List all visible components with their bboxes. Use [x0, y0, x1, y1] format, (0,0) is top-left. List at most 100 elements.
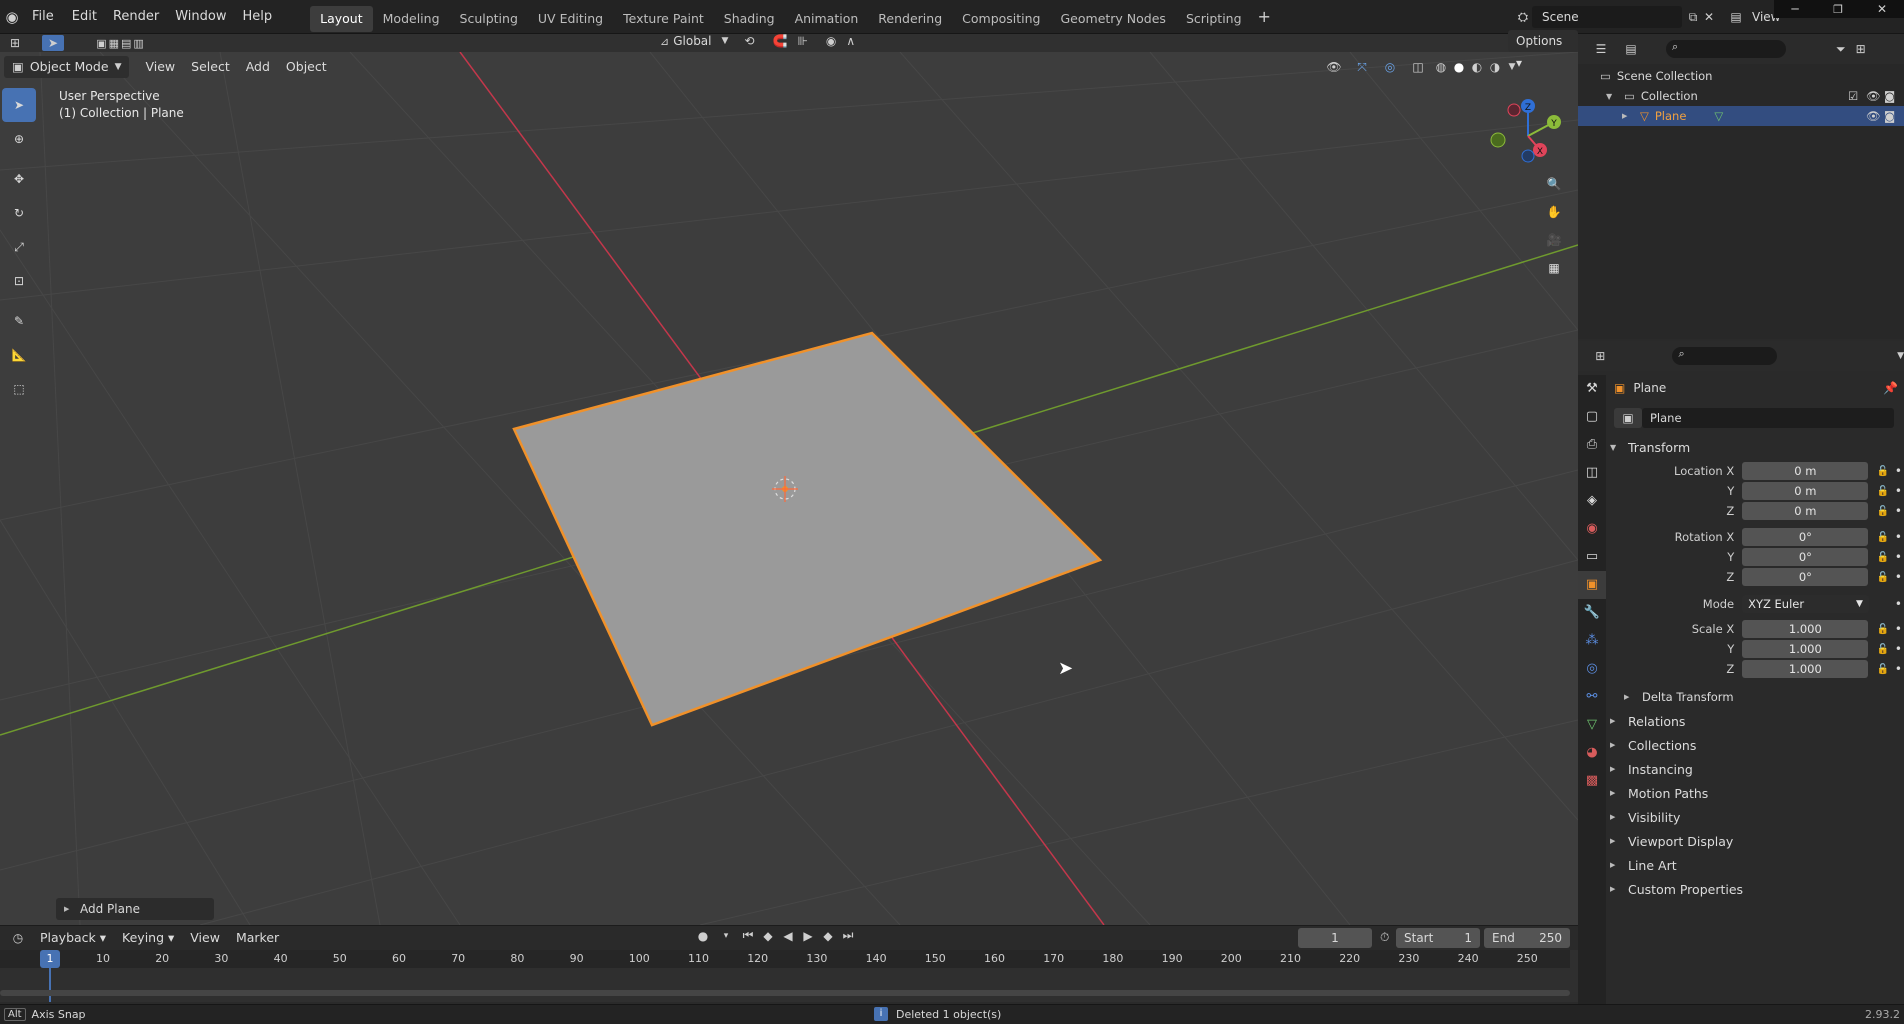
scale-z-field[interactable]: 1.000 [1742, 660, 1869, 678]
tab-scene-icon[interactable]: ◈ [1578, 487, 1606, 515]
chevron-down-icon[interactable]: ▼ [1897, 351, 1904, 361]
prev-keyframe-icon[interactable]: ◆ [758, 929, 778, 943]
tab-collection-icon[interactable]: ▭ [1578, 543, 1606, 571]
snap-icon[interactable]: 🧲 [772, 34, 787, 48]
options-button[interactable]: Options ▾ [1508, 30, 1578, 70]
outliner-scene-collection[interactable]: ▭ Scene Collection [1578, 66, 1904, 86]
camera-view-button[interactable]: 🎥 [1540, 226, 1568, 254]
ortho-toggle-button[interactable]: ▦ [1540, 254, 1568, 282]
pan-button[interactable]: ✋ [1540, 198, 1568, 226]
play-reverse-icon[interactable]: ◀ [778, 929, 798, 943]
navigation-gizmo[interactable]: Z Y X [1488, 96, 1568, 176]
play-icon[interactable]: ▶ [798, 929, 818, 943]
eye-icon[interactable]: 👁 [1866, 89, 1881, 103]
delete-scene-icon[interactable]: ✕ [1702, 10, 1716, 24]
menu-view[interactable]: View [137, 56, 183, 78]
menu-keying[interactable]: Keying ▾ [114, 927, 182, 949]
editor-type-icon[interactable]: ☰ [1586, 42, 1616, 56]
scale-y-field[interactable]: 1.000 [1742, 640, 1869, 658]
stopwatch-icon[interactable]: ⏱ [1380, 930, 1389, 945]
expand-icon[interactable]: ▼ [1606, 92, 1616, 101]
location-y-field[interactable]: 0 m [1742, 482, 1869, 500]
panel-motion-paths[interactable]: ▶ Motion Paths [1608, 781, 1902, 805]
tab-shading[interactable]: Shading [714, 6, 785, 32]
delta-transform-subpanel[interactable]: ▶ Delta Transform [1608, 685, 1902, 709]
tab-world-icon[interactable]: ◉ [1578, 515, 1606, 543]
scene-selector[interactable]: ⛭ Scene ⧉ ✕ ▤ View [1514, 4, 1782, 30]
chevron-down-icon[interactable]: ▼ [1504, 62, 1520, 72]
new-collection-icon[interactable]: ⊞ [1856, 42, 1866, 56]
rotation-x-field[interactable]: 0° [1742, 528, 1869, 546]
panel-viewport-display[interactable]: ▶ Viewport Display [1608, 829, 1902, 853]
lock-icon[interactable]: 🔓 [1876, 572, 1888, 583]
add-workspace-icon[interactable]: + [1258, 7, 1271, 26]
menu-edit[interactable]: Edit [64, 0, 105, 34]
menu-select[interactable]: Select [183, 56, 238, 78]
timeline-scrollbar[interactable] [0, 990, 1570, 996]
tab-texture-paint[interactable]: Texture Paint [613, 6, 714, 32]
jump-start-icon[interactable]: ⏮ [738, 928, 758, 943]
visibility-icon[interactable]: 👁 [1320, 60, 1348, 74]
keyframe-dot-icon[interactable]: • [1895, 464, 1902, 478]
move-tool[interactable]: ✥ [2, 162, 36, 196]
measure-tool[interactable]: 📐 [2, 338, 36, 372]
lock-icon[interactable]: 🔓 [1876, 466, 1888, 477]
tab-scripting[interactable]: Scripting [1176, 6, 1252, 32]
rotation-y-field[interactable]: 0° [1742, 548, 1869, 566]
panel-collections[interactable]: ▶ Collections [1608, 733, 1902, 757]
view-layer-icon[interactable]: ▤ [1720, 10, 1752, 24]
tab-object-icon[interactable]: ▣ [1578, 571, 1606, 599]
tab-material-icon[interactable]: ◕ [1578, 739, 1606, 767]
object-name-field[interactable]: Plane [1642, 408, 1894, 428]
outliner-search[interactable]: ⌕ [1666, 40, 1786, 58]
blender-logo-icon[interactable]: ◉ [2, 8, 22, 26]
location-z-field[interactable]: 0 m [1742, 502, 1869, 520]
tab-rendering[interactable]: Rendering [868, 6, 952, 32]
panel-visibility[interactable]: ▶ Visibility [1608, 805, 1902, 829]
panel-relations[interactable]: ▶ Relations [1608, 709, 1902, 733]
editor-type-icon[interactable]: ⊞ [0, 36, 30, 50]
editor-type-icon[interactable]: ◷ [4, 931, 32, 945]
next-keyframe-icon[interactable]: ◆ [818, 929, 838, 943]
keyframe-dot-icon[interactable]: • [1895, 642, 1902, 656]
selection-mode-icons[interactable]: ▣▦▤▥ [76, 37, 166, 50]
falloff-icon[interactable]: ∧ [846, 34, 855, 48]
outliner-collection[interactable]: ▼ ▭ Collection ☑ 👁 ◙ [1578, 86, 1904, 106]
cursor-tool[interactable]: ⊕ [2, 122, 36, 156]
panel-instancing[interactable]: ▶ Instancing [1608, 757, 1902, 781]
tab-output-icon[interactable]: ⎙ [1578, 431, 1606, 459]
select-box-icon[interactable]: ➤ [42, 35, 64, 51]
menu-object[interactable]: Object [278, 56, 335, 78]
gizmo-toggle-icon[interactable]: ⤧ [1348, 60, 1376, 75]
keyframe-dot-icon[interactable]: • [1895, 504, 1902, 518]
tab-tool-icon[interactable]: ⚒ [1578, 375, 1606, 403]
close-icon[interactable]: ✕ [1860, 2, 1904, 16]
select-tool[interactable]: ➤ [2, 88, 36, 122]
location-x-field[interactable]: 0 m [1742, 462, 1869, 480]
tab-data-icon[interactable]: ▽ [1578, 711, 1606, 739]
tab-sculpting[interactable]: Sculpting [450, 6, 528, 32]
panel-line-art[interactable]: ▶ Line Art [1608, 853, 1902, 877]
lock-icon[interactable]: 🔓 [1876, 664, 1888, 675]
keyframe-dot-icon[interactable]: • [1895, 622, 1902, 636]
overlay-toggle-icon[interactable]: ◎ [1376, 60, 1404, 74]
rotation-mode-dropdown[interactable]: XYZ Euler ▼ [1742, 595, 1869, 613]
end-frame-field[interactable]: End 250 [1484, 928, 1570, 948]
transform-tool[interactable]: ⊡ [2, 264, 36, 298]
annotate-tool[interactable]: ✎ [2, 304, 36, 338]
expand-icon[interactable]: ▶ [1622, 112, 1632, 120]
tab-layout[interactable]: Layout [310, 5, 373, 32]
keyframe-dot-icon[interactable]: • [1895, 570, 1902, 584]
pin-icon[interactable]: 📌 [1883, 381, 1898, 395]
current-frame-field[interactable]: 1 [1298, 928, 1372, 948]
scale-tool[interactable]: ⤢ [2, 230, 36, 264]
menu-view[interactable]: View [182, 927, 228, 949]
lock-icon[interactable]: 🔓 [1876, 552, 1888, 563]
start-frame-field[interactable]: Start 1 [1396, 928, 1480, 948]
playhead[interactable]: 1 [40, 950, 60, 968]
checkbox-icon[interactable]: ☑ [1848, 89, 1858, 103]
rotation-z-field[interactable]: 0° [1742, 568, 1869, 586]
tab-constraints-icon[interactable]: ⚯ [1578, 683, 1606, 711]
rotate-tool[interactable]: ↻ [2, 196, 36, 230]
proportional-edit-icon[interactable]: ◉ [826, 34, 836, 48]
